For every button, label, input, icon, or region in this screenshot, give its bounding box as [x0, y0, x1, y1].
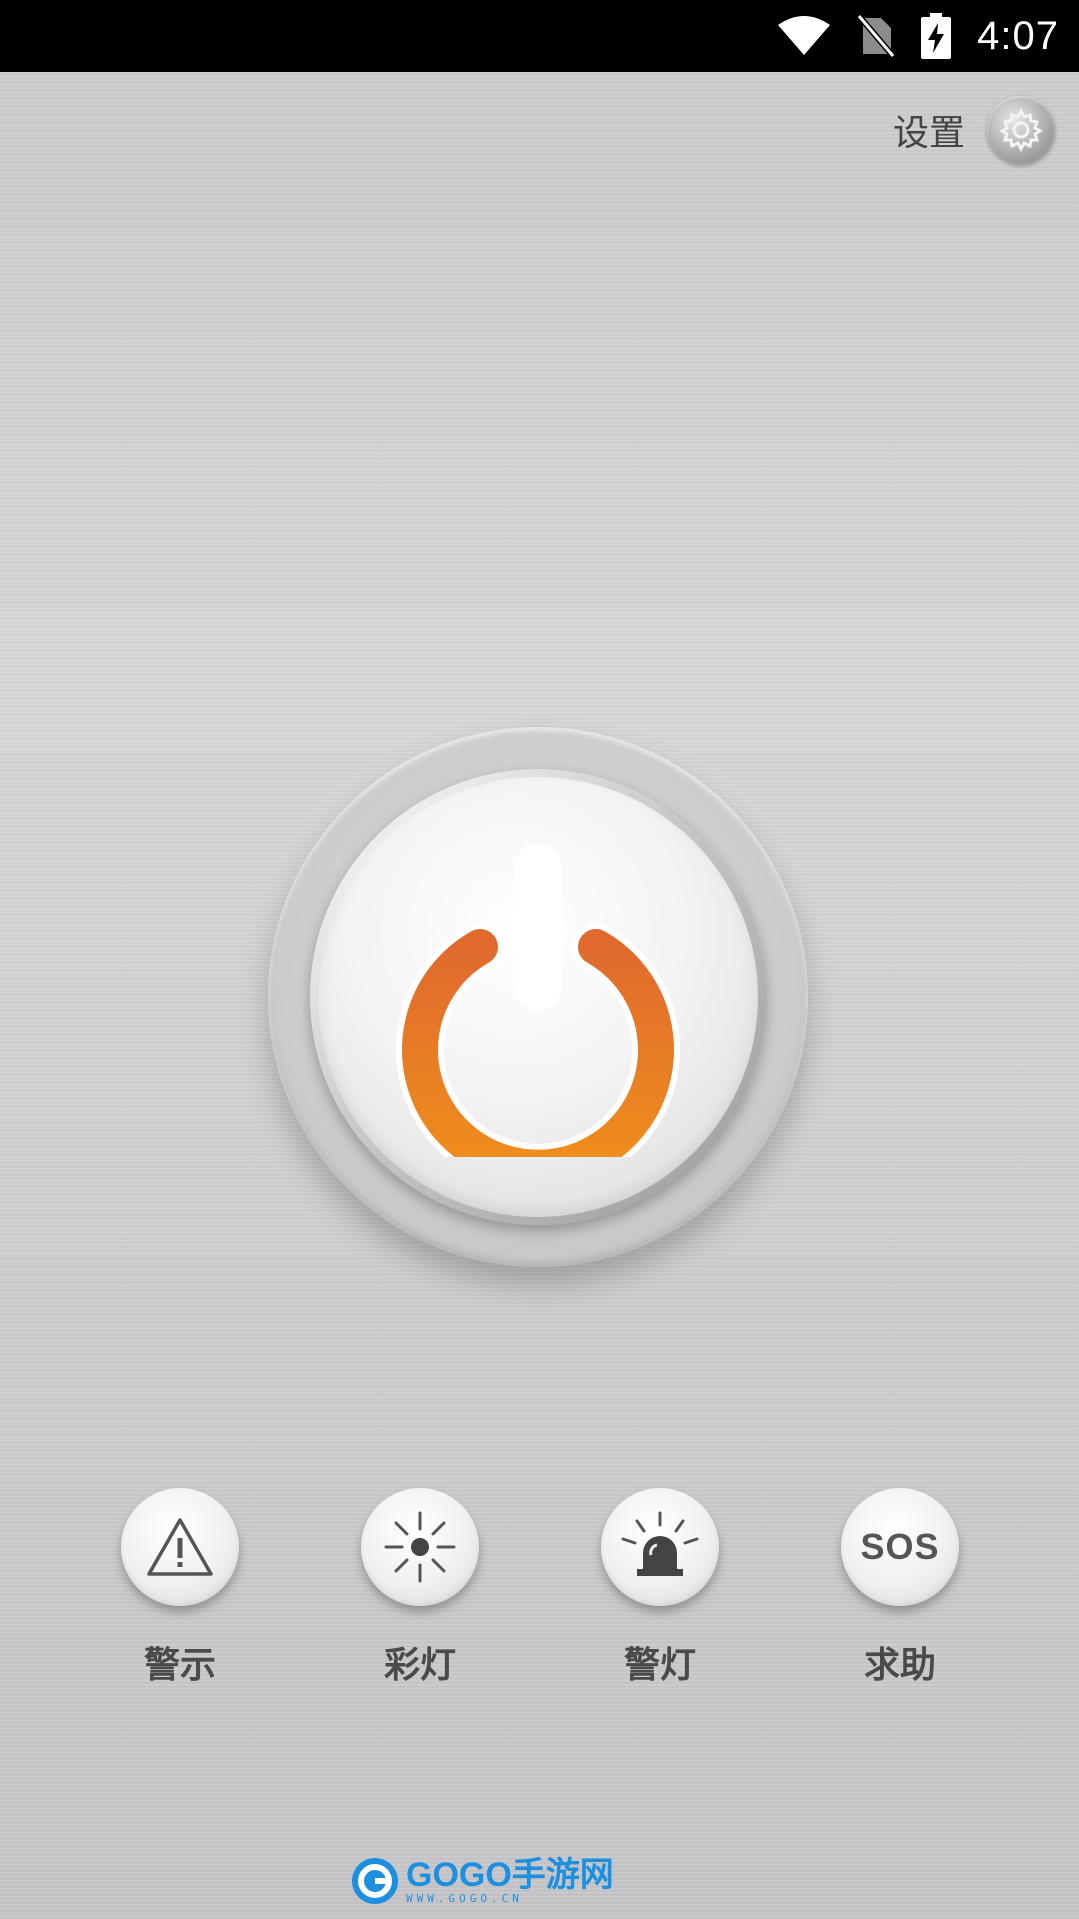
mode-label: 警示 — [143, 1645, 216, 1686]
mode-label: 彩灯 — [383, 1645, 456, 1686]
power-button-bezel — [268, 727, 808, 1267]
status-icons: 4:07 — [777, 0, 1059, 72]
sparkle-light-icon — [384, 1511, 456, 1583]
gear-icon[interactable] — [987, 96, 1055, 164]
mode-bar: 警示 彩灯 警灯 SOS 求助 — [0, 1488, 1079, 1688]
mode-color-light[interactable]: 彩灯 — [340, 1488, 500, 1688]
mode-siren[interactable]: 警灯 — [580, 1488, 740, 1688]
siren-icon — [621, 1511, 699, 1576]
settings-button[interactable]: 设置 — [893, 96, 1055, 164]
mode-label: 警灯 — [623, 1645, 696, 1686]
mode-sos[interactable]: SOS 求助 — [820, 1488, 980, 1688]
status-time: 4:07 — [977, 13, 1059, 58]
battery-charging-icon — [921, 13, 952, 59]
no-sim-icon — [857, 14, 896, 58]
watermark-title: GOGO手游网 — [406, 1855, 614, 1894]
wifi-icon — [778, 16, 831, 55]
gogo-logo-icon — [352, 1858, 398, 1904]
mode-warning[interactable]: 警示 — [100, 1488, 260, 1688]
power-button[interactable] — [318, 777, 758, 1217]
sos-icon: SOS — [860, 1526, 940, 1567]
warning-triangle-icon — [147, 1518, 213, 1576]
mode-label: 求助 — [863, 1645, 936, 1686]
sos-button[interactable]: SOS — [841, 1488, 959, 1606]
warning-button[interactable] — [121, 1488, 239, 1606]
settings-label: 设置 — [892, 113, 965, 154]
status-bar: 4:07 — [0, 0, 1079, 72]
watermark: GOGO手游网 WWW.GOGO.CN — [350, 1856, 614, 1906]
siren-button[interactable] — [601, 1488, 719, 1606]
watermark-text: GOGO手游网 WWW.GOGO.CN — [406, 1858, 614, 1905]
power-icon — [396, 843, 680, 1157]
color-light-button[interactable] — [361, 1488, 479, 1606]
